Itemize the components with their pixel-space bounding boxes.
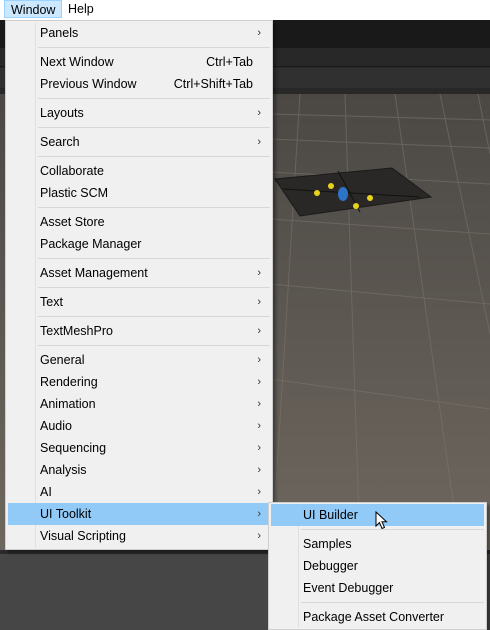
chevron-right-icon: › <box>257 486 261 498</box>
menu-separator <box>38 98 270 99</box>
chevron-right-icon: › <box>257 464 261 476</box>
menu-item-label: Package Asset Converter <box>303 610 445 624</box>
menu-separator <box>38 47 270 48</box>
menu-item-label: Search <box>40 135 80 149</box>
menu-item-plastic-scm[interactable]: Plastic SCM <box>8 182 270 204</box>
menu-item-panels[interactable]: Panels › <box>8 22 270 44</box>
menu-item-audio[interactable]: Audio › <box>8 415 270 437</box>
menu-item-textmeshpro[interactable]: TextMeshPro › <box>8 320 270 342</box>
menu-separator <box>38 287 270 288</box>
chevron-right-icon: › <box>257 107 261 119</box>
menu-item-label: Panels <box>40 26 79 40</box>
chevron-right-icon: › <box>257 442 261 454</box>
chevron-right-icon: › <box>257 376 261 388</box>
menu-separator <box>38 316 270 317</box>
menu-item-ai[interactable]: AI › <box>8 481 270 503</box>
menu-item-label: Rendering <box>40 375 98 389</box>
menu-item-analysis[interactable]: Analysis › <box>8 459 270 481</box>
menu-item-ui-toolkit[interactable]: UI Toolkit › <box>8 503 270 525</box>
menu-item-shortcut: Ctrl+Shift+Tab <box>173 77 253 91</box>
menu-separator <box>38 156 270 157</box>
menu-item-next-window[interactable]: Next Window Ctrl+Tab <box>8 51 270 73</box>
menu-item-label: Sequencing <box>40 441 107 455</box>
menu-item-label: UI Builder <box>303 508 358 522</box>
menu-separator <box>38 258 270 259</box>
menu-item-label: Layouts <box>40 106 84 120</box>
chevron-right-icon: › <box>257 398 261 410</box>
menu-item-label: Visual Scripting <box>40 529 126 543</box>
menu-bar: Window Help <box>0 0 490 20</box>
menu-item-event-debugger[interactable]: Event Debugger <box>271 577 484 599</box>
menu-item-label: Debugger <box>303 559 358 573</box>
menu-item-label: AI <box>40 485 52 499</box>
menu-separator <box>38 207 270 208</box>
menu-item-label: Next Window <box>40 55 114 69</box>
menu-separator <box>301 529 484 530</box>
menu-item-samples[interactable]: Samples <box>271 533 484 555</box>
menu-item-package-asset-converter[interactable]: Package Asset Converter <box>271 606 484 628</box>
chevron-right-icon: › <box>257 508 261 520</box>
menu-item-label: Audio <box>40 419 72 433</box>
menu-item-general[interactable]: General › <box>8 349 270 371</box>
menu-item-label: UI Toolkit <box>40 507 92 521</box>
menu-item-label: Samples <box>303 537 352 551</box>
menu-item-animation[interactable]: Animation › <box>8 393 270 415</box>
menu-separator <box>38 345 270 346</box>
chevron-right-icon: › <box>257 325 261 337</box>
chevron-right-icon: › <box>257 267 261 279</box>
chevron-right-icon: › <box>257 530 261 542</box>
menubar-help[interactable]: Help <box>62 0 100 19</box>
menu-item-label: Asset Management <box>40 266 148 280</box>
menu-separator <box>301 602 484 603</box>
menu-item-visual-scripting[interactable]: Visual Scripting › <box>8 525 270 547</box>
menu-item-layouts[interactable]: Layouts › <box>8 102 270 124</box>
menu-item-shortcut: Ctrl+Tab <box>206 55 253 69</box>
menu-item-label: TextMeshPro <box>40 324 113 338</box>
menu-item-previous-window[interactable]: Previous Window Ctrl+Shift+Tab <box>8 73 270 95</box>
menu-item-label: Animation <box>40 397 96 411</box>
chevron-right-icon: › <box>257 136 261 148</box>
menu-item-asset-management[interactable]: Asset Management › <box>8 262 270 284</box>
menu-item-debugger[interactable]: Debugger <box>271 555 484 577</box>
menu-item-label: Package Manager <box>40 237 142 251</box>
window-menu: Panels › Next Window Ctrl+Tab Previous Windo… <box>5 20 273 550</box>
chevron-right-icon: › <box>257 354 261 366</box>
menubar-window[interactable]: Window <box>4 0 63 18</box>
menu-item-label: Asset Store <box>40 215 105 229</box>
mouse-cursor-icon <box>375 511 388 530</box>
menu-item-label: General <box>40 353 85 367</box>
menu-item-asset-store[interactable]: Asset Store <box>8 211 270 233</box>
menu-item-label: Plastic SCM <box>40 186 109 200</box>
menu-item-search[interactable]: Search › <box>8 131 270 153</box>
menu-item-label: Collaborate <box>40 164 104 178</box>
menu-item-rendering[interactable]: Rendering › <box>8 371 270 393</box>
chevron-right-icon: › <box>257 27 261 39</box>
menu-item-collaborate[interactable]: Collaborate <box>8 160 270 182</box>
menu-item-label: Text <box>40 295 63 309</box>
chevron-right-icon: › <box>257 420 261 432</box>
menu-separator <box>38 127 270 128</box>
menu-item-label: Previous Window <box>40 77 137 91</box>
menu-item-sequencing[interactable]: Sequencing › <box>8 437 270 459</box>
chevron-right-icon: › <box>257 296 261 308</box>
menu-item-label: Event Debugger <box>303 581 394 595</box>
menu-item-label: Analysis <box>40 463 87 477</box>
menu-item-text[interactable]: Text › <box>8 291 270 313</box>
menu-item-package-manager[interactable]: Package Manager <box>8 233 270 255</box>
